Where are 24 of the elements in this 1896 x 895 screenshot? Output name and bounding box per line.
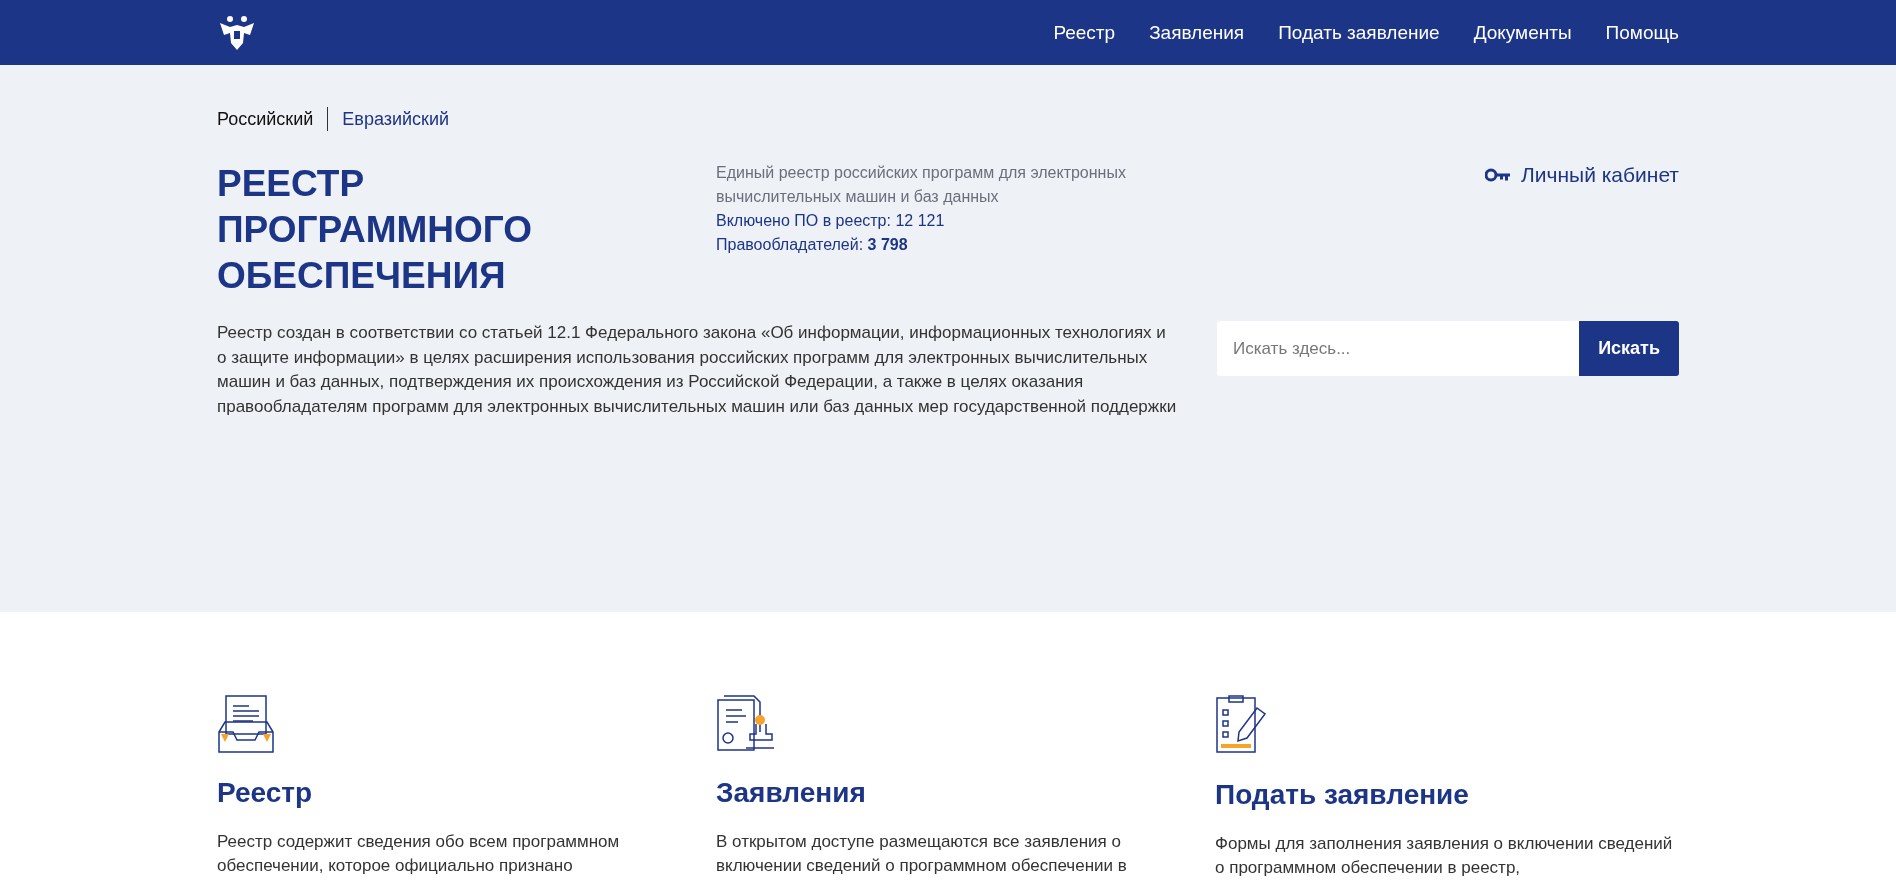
nav-link[interactable]: Помощь [1605, 21, 1679, 44]
account-link-label[interactable]: Личный кабинет [1521, 163, 1679, 187]
card-title[interactable]: Реестр [217, 776, 716, 810]
registry-description: Реестр создан в соответствии со статьей 12.1 Федерального закона «Об информации, информационных технологиях и о защите информации» в целях расширения использования российских программ для электронных вычислительных машин и баз данных, подтверждения их происхождения из Российской Федерации, а также в целях оказания правообладателям программ для электронных вычислительных машин или баз данных мер государственной поддержки [217, 322, 1177, 418]
card-description: Формы для заполнения заявления о включении сведений о программном обеспечении в реестр, [1215, 833, 1674, 879]
card-title[interactable]: Заявления [716, 776, 1215, 810]
card-description: Реестр содержит сведения обо всем программном обеспечении, которое официально признано [217, 831, 621, 877]
inbox-document-icon [217, 694, 275, 754]
registry-tab[interactable]: Евразийский [328, 107, 464, 131]
nav-link[interactable]: Документы [1473, 21, 1572, 44]
card-description: В открытом доступе размещаются все заявления о включении сведений о программном обеспечении в [716, 831, 1128, 877]
registry-tab[interactable]: Российский [217, 107, 329, 131]
card-title[interactable]: Подать заявление [1215, 778, 1679, 812]
nav-link[interactable]: Заявления [1149, 21, 1245, 44]
page-title: РЕЕСТР ПРОГРАММНОГО ОБЕСПЕЧЕНИЯ [217, 162, 534, 298]
nav-link[interactable]: Реестр [1053, 21, 1116, 44]
search-field[interactable]: Искать здесь... [1217, 321, 1580, 376]
registry-stat: Правообладателей: 3 798 [716, 235, 909, 255]
account-link[interactable]: Личный кабинет [1485, 161, 1679, 189]
registry-subtitle: Единый реестр российских программ для электронных вычислительных машин и баз данных [716, 163, 1127, 207]
nav-link[interactable]: Подать заявление [1278, 21, 1440, 44]
search-button[interactable]: Искать [1579, 321, 1679, 376]
registry-stat: Включено ПО в реестр: 12 121 [716, 211, 946, 231]
key-icon [1485, 168, 1511, 182]
